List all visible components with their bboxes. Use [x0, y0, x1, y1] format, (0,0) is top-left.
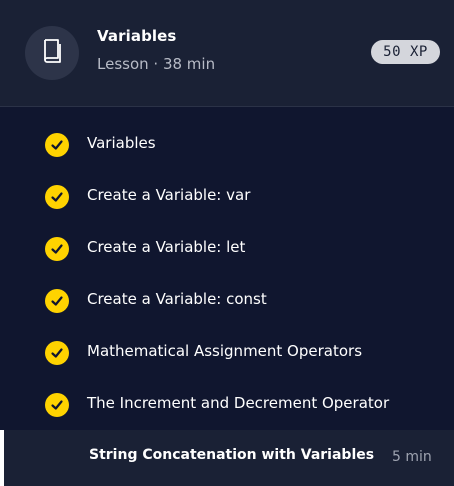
- lesson-item[interactable]: Create a Variable: let: [0, 223, 454, 275]
- current-item-duration: 5 min: [392, 449, 432, 465]
- lesson-item[interactable]: The Increment and Decrement Operator: [0, 379, 454, 431]
- lesson-item-list: Variables Create a Variable: var Create …: [0, 107, 454, 430]
- lesson-header[interactable]: Variables Lesson · 38 min 50 XP: [0, 0, 454, 106]
- check-icon: [45, 393, 69, 417]
- check-icon: [45, 185, 69, 209]
- check-icon: [45, 341, 69, 365]
- lesson-title: Variables: [97, 27, 177, 45]
- check-icon: [45, 133, 69, 157]
- xp-badge: 50 XP: [371, 40, 440, 64]
- check-icon: [45, 289, 69, 313]
- book-icon: [41, 38, 63, 68]
- lesson-item[interactable]: Variables: [0, 119, 454, 171]
- lesson-item-label: The Increment and Decrement Operator: [87, 394, 390, 412]
- check-icon: [45, 237, 69, 261]
- lesson-item-label: Mathematical Assignment Operators: [87, 342, 363, 360]
- lesson-panel: Variables Lesson · 38 min 50 XP Variable…: [0, 0, 454, 486]
- lesson-meta: Lesson · 38 min: [97, 55, 216, 73]
- lesson-item-label: Variables: [87, 134, 156, 152]
- lesson-item[interactable]: Mathematical Assignment Operators: [0, 327, 454, 379]
- lesson-item[interactable]: Create a Variable: const: [0, 275, 454, 327]
- lesson-item-label: Create a Variable: let: [87, 238, 246, 256]
- lesson-icon-circle: [25, 26, 79, 80]
- lesson-item-label: Create a Variable: var: [87, 186, 251, 204]
- lesson-item-label: Create a Variable: const: [87, 290, 267, 308]
- lesson-item[interactable]: Create a Variable: var: [0, 171, 454, 223]
- current-lesson-item[interactable]: String Concatenation with Variables 5 mi…: [4, 430, 454, 486]
- current-item-label: String Concatenation with Variables: [89, 447, 375, 463]
